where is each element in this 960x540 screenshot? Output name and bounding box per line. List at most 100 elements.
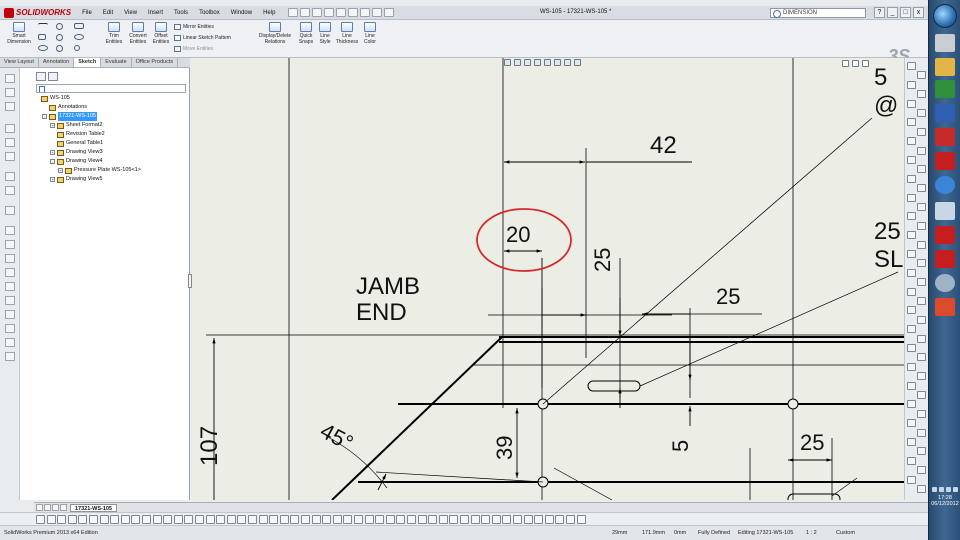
sketch-tool-icon[interactable] — [917, 240, 926, 249]
next-sheet-icon[interactable] — [52, 504, 59, 511]
view-palette-icon[interactable] — [5, 124, 15, 133]
viewport-close-icon[interactable] — [862, 60, 869, 67]
sketch-tool-icon[interactable] — [907, 137, 916, 146]
solidworks-taskbar-icon[interactable] — [935, 152, 955, 170]
format-tool-icon[interactable] — [67, 515, 77, 524]
format-tool-icon[interactable] — [226, 515, 236, 524]
internet-explorer-icon[interactable] — [935, 176, 955, 194]
sketch-tool-icon[interactable] — [917, 71, 926, 80]
format-tool-icon[interactable] — [481, 515, 491, 524]
format-tool-icon[interactable] — [142, 515, 151, 524]
mirror-entities-button[interactable]: Mirror Entities — [174, 24, 214, 30]
zoom-to-fit-icon[interactable] — [504, 59, 511, 66]
sketch-toggle-icon[interactable] — [5, 172, 15, 181]
excel-icon[interactable] — [935, 80, 955, 98]
tab-sketch[interactable]: Sketch — [74, 58, 102, 67]
sketch-tool-icon[interactable] — [907, 419, 916, 428]
format-tool-icon[interactable] — [301, 515, 310, 524]
sketch-tool-icon[interactable] — [917, 485, 926, 493]
convert-entities-button[interactable]: Convert Entities — [126, 22, 150, 45]
tree-node[interactable]: + Sheet Format2 — [34, 121, 188, 130]
format-tool-icon[interactable] — [502, 515, 512, 524]
expand-toggle-icon[interactable]: - — [50, 159, 55, 164]
format-tool-icon[interactable] — [131, 515, 141, 524]
tab-annotation[interactable]: Annotation — [39, 58, 75, 67]
dimension-25-horizontal[interactable]: 25 — [716, 284, 740, 310]
taskbar-app-a-icon[interactable] — [935, 34, 955, 52]
first-sheet-icon[interactable] — [36, 504, 43, 511]
format-tool-icon[interactable] — [173, 515, 183, 524]
format-tool-icon[interactable] — [460, 515, 469, 524]
format-tool-icon[interactable] — [322, 515, 332, 524]
format-tool-icon[interactable] — [407, 515, 416, 524]
last-sheet-icon[interactable] — [60, 504, 67, 511]
sketch-tool-icon[interactable] — [907, 381, 916, 390]
expand-toggle-icon[interactable]: - — [42, 114, 47, 119]
tree-node[interactable]: Annotations — [34, 103, 188, 112]
custom-properties-icon[interactable] — [5, 152, 15, 161]
tool-icon-i[interactable] — [5, 338, 15, 347]
sketch-tool-icon[interactable] — [907, 99, 916, 108]
line-thickness-button[interactable]: Line Thickness — [334, 22, 360, 45]
previous-view-icon[interactable] — [524, 59, 531, 66]
tool-icon-d[interactable] — [5, 268, 15, 277]
format-tool-icon[interactable] — [89, 515, 98, 524]
toggle-icon[interactable] — [5, 206, 15, 215]
expand-toggle-icon[interactable]: + — [50, 123, 55, 128]
polygon-icon[interactable] — [56, 45, 63, 52]
format-tool-icon[interactable] — [195, 515, 204, 524]
format-tool-icon[interactable] — [216, 515, 226, 524]
format-tool-icon[interactable] — [544, 515, 554, 524]
tab-office-products[interactable]: Office Products — [132, 58, 179, 67]
pin-icon[interactable] — [5, 74, 15, 83]
sketch-tool-icon[interactable] — [907, 212, 916, 221]
tool-icon-b[interactable] — [5, 240, 15, 249]
tree-node[interactable]: - 17321-WS-105 — [34, 112, 188, 121]
menu-file[interactable]: File — [77, 10, 97, 16]
menu-tools[interactable]: Tools — [169, 10, 193, 16]
smart-dimension-button[interactable]: Smart Dimension — [4, 22, 34, 45]
menu-view[interactable]: View — [119, 10, 142, 16]
format-tool-icon[interactable] — [523, 515, 533, 524]
sketch-tool-icon[interactable] — [907, 400, 916, 409]
format-tool-icon[interactable] — [120, 515, 130, 524]
format-tool-icon[interactable] — [385, 515, 395, 524]
tree-node[interactable]: + Drawing View3 — [34, 148, 188, 157]
dimension-39[interactable]: 39 — [492, 436, 518, 460]
sketch-tool-icon[interactable] — [917, 203, 926, 211]
new-document-icon[interactable] — [288, 8, 299, 17]
format-tool-icon[interactable] — [428, 515, 438, 524]
menu-help[interactable]: Help — [258, 10, 280, 16]
menu-window[interactable]: Window — [226, 10, 257, 16]
tree-node[interactable]: - Drawing View4 — [34, 157, 188, 166]
sketch-tool-icon[interactable] — [907, 325, 916, 334]
tree-node[interactable]: + Pressure Plate WS-105<1> — [34, 166, 188, 175]
select-icon[interactable] — [348, 8, 359, 17]
prev-sheet-icon[interactable] — [44, 504, 51, 511]
offset-entities-button[interactable]: Offset Entities — [150, 22, 172, 45]
format-tool-icon[interactable] — [491, 515, 501, 524]
options-icon[interactable] — [384, 8, 395, 17]
display-style-icon[interactable] — [554, 59, 561, 66]
sketch-tool-icon[interactable] — [917, 466, 926, 475]
format-tool-icon[interactable] — [354, 515, 363, 524]
sketch-tool-icon[interactable] — [907, 231, 916, 240]
move-entities-button[interactable]: Move Entities — [174, 46, 213, 52]
edit-appearance-icon[interactable] — [574, 59, 581, 66]
property-manager-icon[interactable] — [48, 72, 58, 81]
expand-toggle-icon[interactable]: + — [50, 150, 55, 155]
tree-node[interactable]: WS-105 — [34, 94, 188, 103]
feature-manager-icon[interactable] — [36, 72, 46, 81]
acrobat-icon[interactable] — [935, 128, 955, 146]
dimension-toggle-icon[interactable] — [5, 186, 15, 195]
format-tool-icon[interactable] — [396, 515, 406, 524]
tree-filter-input[interactable] — [36, 84, 186, 93]
arc-icon[interactable] — [56, 34, 63, 41]
format-tool-icon[interactable] — [78, 515, 88, 524]
viewport-restore-icon[interactable] — [852, 60, 859, 67]
format-tool-icon[interactable] — [269, 515, 279, 524]
format-tool-icon[interactable] — [470, 515, 480, 524]
format-tool-icon[interactable] — [290, 515, 300, 524]
sketch-tool-icon[interactable] — [917, 165, 926, 174]
sketch-tool-icon[interactable] — [917, 353, 926, 362]
